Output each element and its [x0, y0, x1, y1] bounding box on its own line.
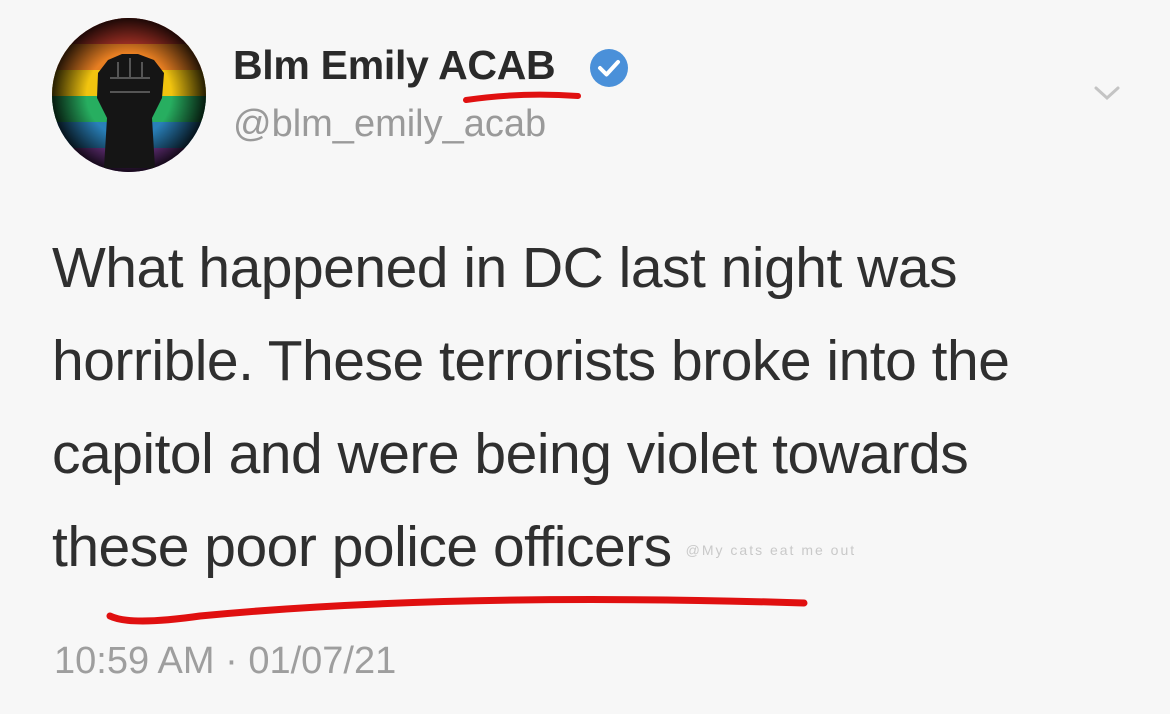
display-name[interactable]: Blm Emily ACAB	[233, 42, 556, 89]
user-handle[interactable]: @blm_emily_acab	[233, 103, 546, 146]
avatar[interactable]	[52, 18, 206, 172]
tweet-text-line: horrible. These terrorists broke into th…	[52, 329, 1010, 393]
tweet-text: What happened in DC last night was horri…	[52, 222, 1152, 597]
tweet-text-line: capitol and were being violet towards	[52, 422, 969, 486]
faded-overlay-text: @My cats eat me out	[685, 542, 857, 559]
tweet-timestamp[interactable]: 10:59 AM · 01/07/21	[54, 640, 396, 683]
tweet-text-line: these poor police officers @My cats eat m…	[52, 501, 1152, 597]
tweet-text-line-content: these poor police officers	[52, 515, 672, 579]
verified-badge-icon	[590, 49, 628, 87]
tweet-card: Blm Emily ACAB @blm_emily_acab What happ…	[0, 0, 1170, 714]
tweet-text-line: What happened in DC last night was	[52, 236, 958, 300]
chevron-down-icon[interactable]	[1090, 80, 1124, 104]
annotation-underline-name	[463, 91, 581, 103]
annotation-underline-text	[106, 596, 808, 625]
